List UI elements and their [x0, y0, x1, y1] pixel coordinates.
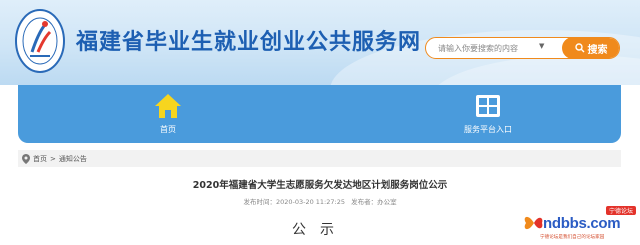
search-button-label: 搜索: [587, 44, 608, 56]
nav-label: 首页: [160, 125, 176, 134]
nav-item-home[interactable]: 首页: [108, 85, 228, 143]
location-pin-icon: [22, 153, 30, 164]
search-icon: [574, 43, 584, 53]
watermark-subtext: 宁德论坛是我们自己的论坛家园: [540, 235, 605, 240]
breadcrumb-notice-link[interactable]: 通知公告: [59, 154, 87, 164]
search-button[interactable]: 搜索: [562, 38, 619, 58]
site-logo-icon[interactable]: [14, 8, 66, 74]
home-icon: [155, 94, 181, 118]
nav-label: 服务平台入口: [464, 125, 512, 134]
window-icon: [476, 95, 500, 117]
breadcrumb-home-link[interactable]: 首页: [33, 154, 47, 164]
search-box: ▼ 搜索: [425, 37, 620, 59]
breadcrumb-separator: >: [50, 154, 56, 163]
article-title: 2020年福建省大学生志愿服务欠发达地区计划服务岗位公示: [192, 180, 448, 191]
breadcrumb: 首页 > 通知公告: [18, 150, 621, 167]
watermark-text: ndbbs.com: [543, 215, 621, 232]
publish-time: 发布时间：2020-03-20 11:27:25: [243, 198, 345, 206]
site-title[interactable]: 福建省毕业生就业创业公共服务网: [76, 24, 421, 56]
nav-item-service-portal[interactable]: 服务平台入口: [428, 85, 548, 143]
site-header: 福建省毕业生就业创业公共服务网 ▼ 搜索: [0, 0, 640, 85]
dropdown-arrow-icon[interactable]: ▼: [539, 42, 544, 50]
publisher: 发布者：办公室: [351, 198, 397, 206]
search-input[interactable]: [426, 38, 538, 58]
main-nav: 首页 服务平台入口: [18, 85, 621, 143]
watermark: 宁德论坛 ndbbs.com 宁德论坛是我们自己的论坛家园: [520, 205, 640, 245]
watermark-badge: 宁德论坛: [606, 206, 637, 215]
